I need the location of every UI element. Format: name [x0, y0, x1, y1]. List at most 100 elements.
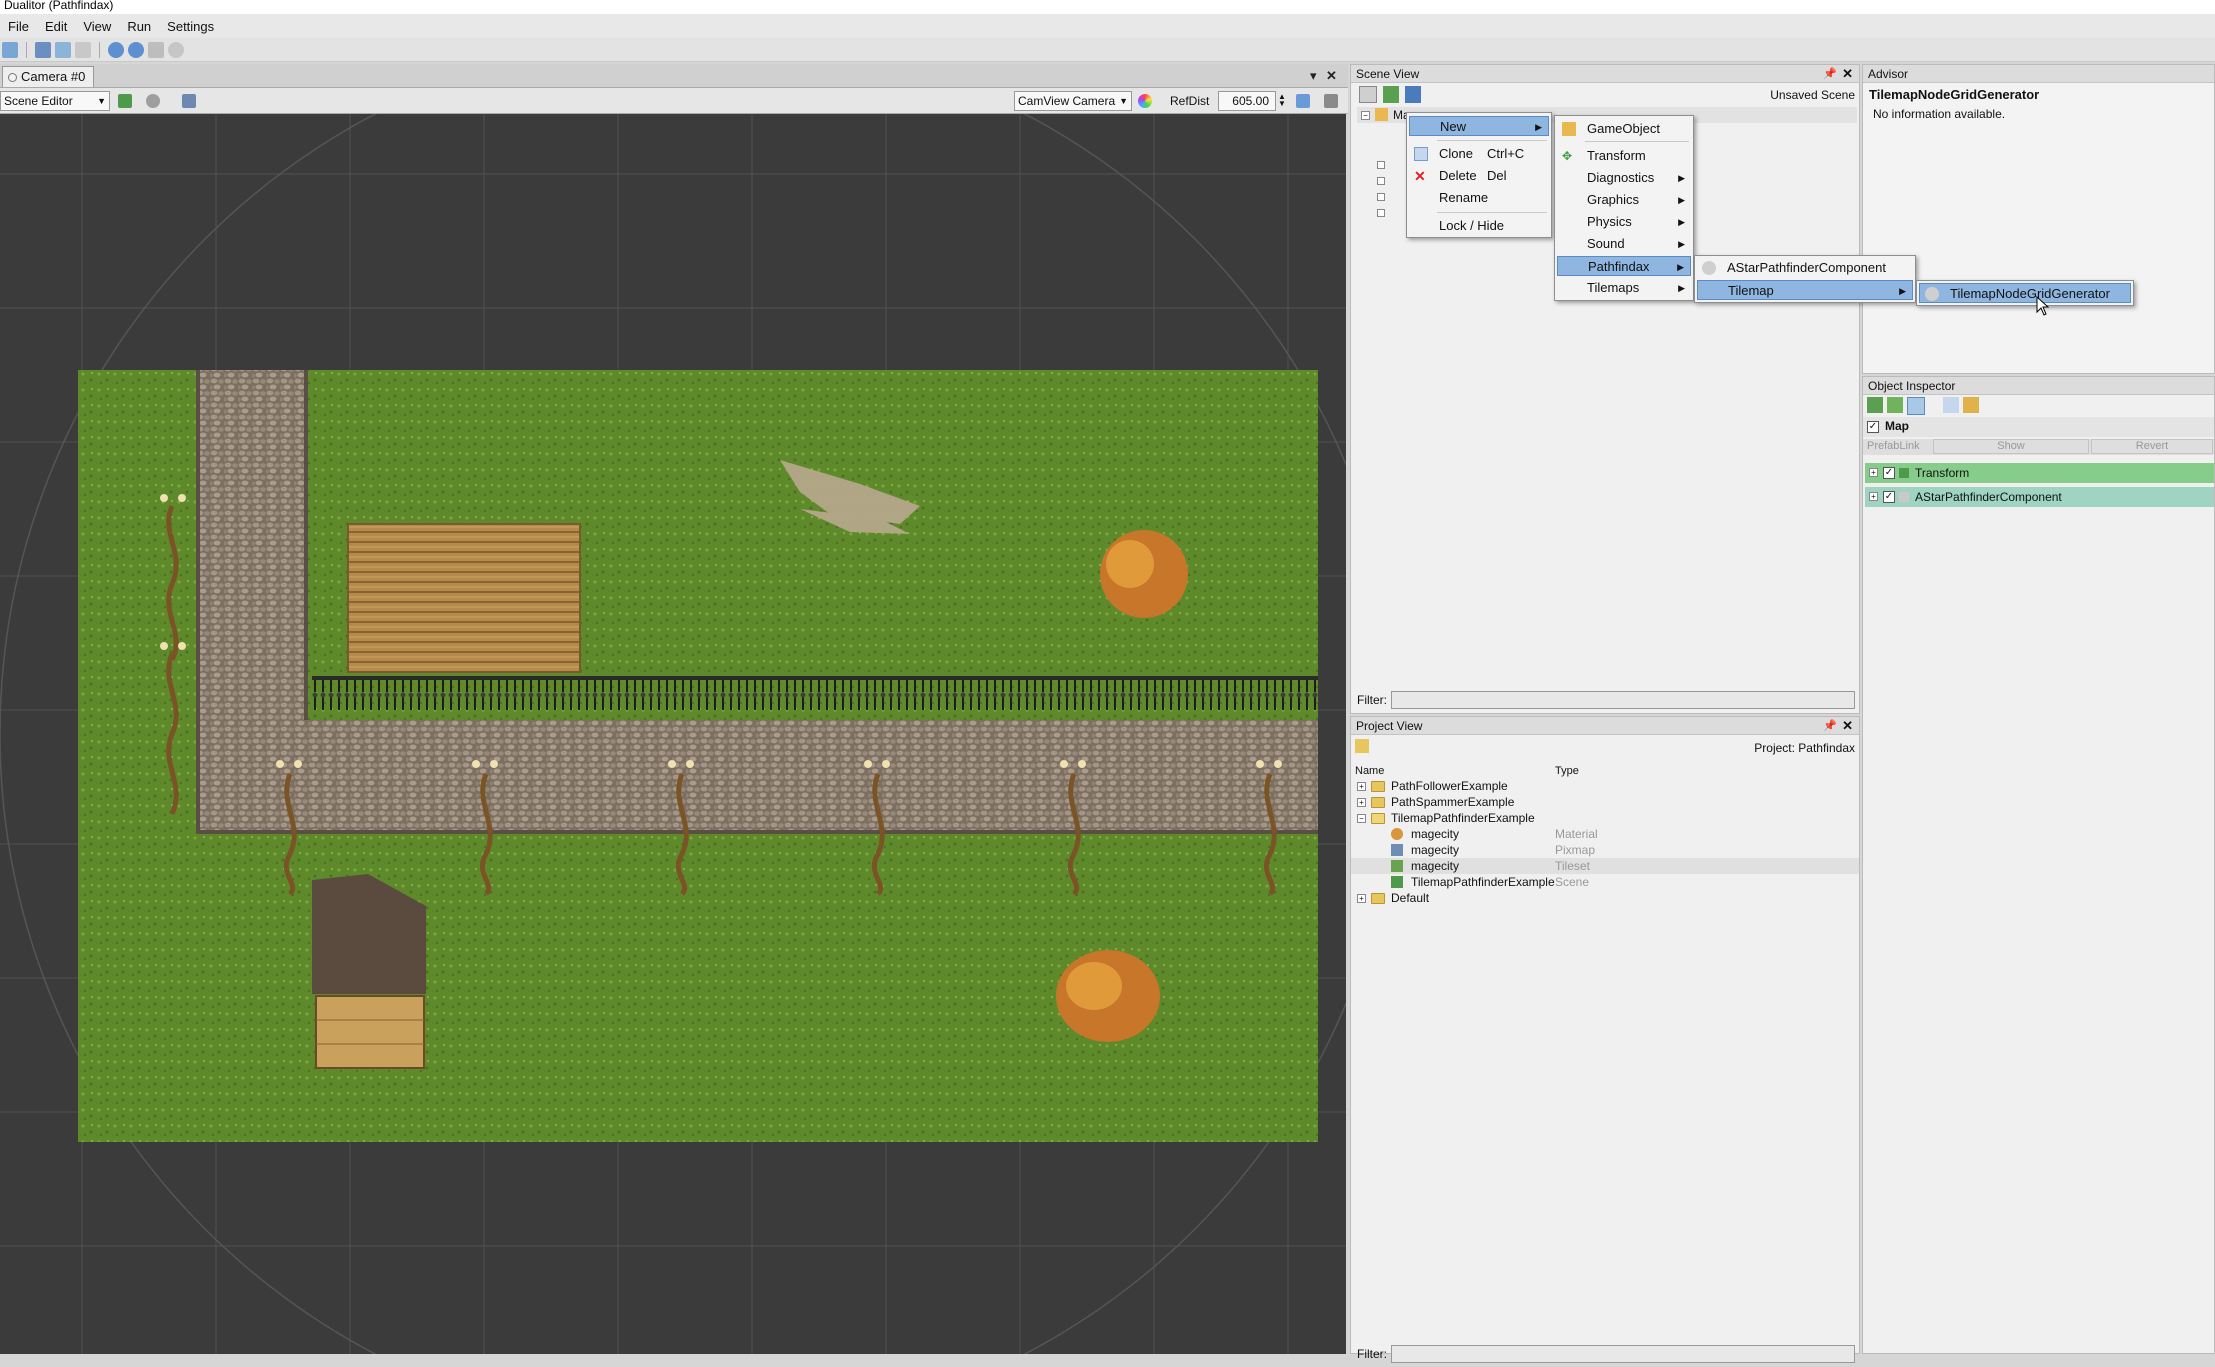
pin-icon[interactable]: 📌: [1823, 717, 1837, 735]
refdist-stepper[interactable]: ▲ ▼: [1278, 93, 1286, 108]
expander-icon[interactable]: +: [1869, 492, 1878, 501]
list-item[interactable]: TilemapPathfinderExample Scene: [1351, 874, 1859, 890]
gameobject-icon: [1562, 122, 1576, 136]
list-item[interactable]: + Default: [1351, 890, 1859, 906]
component-astar-pathfinder[interactable]: + ✓ AStarPathfinderComponent: [1865, 487, 2214, 507]
item-name: Default: [1391, 891, 1430, 905]
camera-mode-icon[interactable]: [1296, 94, 1310, 108]
close-icon[interactable]: ✕: [1842, 717, 1853, 735]
list-item[interactable]: magecity Pixmap: [1351, 842, 1859, 858]
scene-filter-input[interactable]: [1391, 691, 1855, 709]
menu-item-tilemap-node-grid-generator[interactable]: TilemapNodeGridGenerator: [1919, 283, 2131, 303]
create-object-icon[interactable]: [1359, 86, 1377, 103]
snap-icon[interactable]: [182, 94, 196, 108]
camera-toolbar: Scene Editor ▼ CamView Camera ▼ RefDist 60…: [0, 88, 1348, 114]
menu-item-graphics[interactable]: Graphics ▶: [1557, 190, 1691, 210]
column-header-type[interactable]: Type: [1555, 765, 1579, 777]
component-transform[interactable]: + ✓ Transform: [1865, 463, 2214, 483]
menu-item-label: TilemapNodeGridGenerator: [1950, 286, 2110, 301]
menu-edit[interactable]: Edit: [37, 19, 75, 34]
layer-icon[interactable]: [118, 94, 132, 108]
close-icon[interactable]: ✕: [1842, 65, 1853, 83]
open-icon[interactable]: [35, 41, 51, 58]
item-type: Scene: [1555, 875, 1590, 889]
camera-select-value: CamView Camera: [1018, 94, 1116, 108]
menu-item-gameobject[interactable]: GameObject: [1557, 119, 1691, 139]
menu-item-tilemaps[interactable]: Tilemaps ▶: [1557, 278, 1691, 298]
panel-dropdown-icon[interactable]: ▾: [1310, 68, 1317, 84]
menu-file[interactable]: File: [0, 19, 37, 34]
open-scene-icon[interactable]: [1383, 86, 1399, 103]
color-wheel-icon[interactable]: [1138, 94, 1152, 108]
expander-icon[interactable]: +: [1869, 468, 1878, 477]
menu-run[interactable]: Run: [119, 19, 159, 34]
menu-item-sound[interactable]: Sound ▶: [1557, 234, 1691, 254]
prefab-revert-button[interactable]: Revert: [2091, 439, 2213, 454]
menu-item-rename[interactable]: Rename: [1409, 188, 1549, 208]
tab-camera[interactable]: Camera #0: [2, 66, 95, 87]
refdist-input[interactable]: 605.00: [1218, 91, 1276, 111]
column-header-name[interactable]: Name: [1355, 765, 1384, 777]
prefab-link-button[interactable]: PrefabLink: [1867, 440, 1920, 452]
menu-item-diagnostics[interactable]: Diagnostics ▶: [1557, 168, 1691, 188]
menu-item-pathfindax[interactable]: Pathfindax ▶: [1557, 256, 1691, 276]
chevron-down-icon: ▼: [97, 96, 106, 106]
sort-icon[interactable]: [1907, 397, 1925, 415]
menu-item-lock-hide[interactable]: Lock / Hide: [1409, 216, 1549, 236]
project-filter-input[interactable]: [1391, 1345, 1855, 1363]
close-icon[interactable]: ✕: [1326, 68, 1337, 84]
context-menu: New ▶ Clone Ctrl+C ✕ Delete Del Rename Lock…: [1406, 112, 1552, 238]
refdist-label: RefDist: [1170, 94, 1210, 108]
menu-divider: [1437, 140, 1547, 141]
expander-icon[interactable]: +: [1357, 798, 1366, 807]
menu-view[interactable]: View: [75, 19, 119, 34]
menu-item-transform[interactable]: ✥ Transform: [1557, 146, 1691, 166]
run-game-icon[interactable]: [108, 41, 124, 58]
menu-item-tilemap[interactable]: Tilemap ▶: [1697, 280, 1913, 300]
menu-item-label: Sound: [1587, 236, 1625, 251]
new-folder-icon[interactable]: [1355, 739, 1369, 753]
component-enabled-checkbox[interactable]: ✓: [1883, 467, 1895, 479]
pin-icon[interactable]: 📌: [1823, 65, 1837, 83]
scene-viewport[interactable]: [0, 114, 1346, 1354]
item-type: Pixmap: [1555, 843, 1596, 857]
list-item[interactable]: magecity Tileset: [1351, 858, 1859, 874]
expander-icon[interactable]: −: [1357, 814, 1366, 823]
menu-item-clone[interactable]: Clone Ctrl+C: [1409, 144, 1549, 164]
menu-item-astar-pathfinder[interactable]: AStarPathfinderComponent: [1697, 258, 1913, 278]
camera-select[interactable]: CamView Camera ▼: [1014, 91, 1132, 111]
menu-item-new[interactable]: New ▶: [1409, 116, 1549, 136]
list-item[interactable]: − TilemapPathfinderExample: [1351, 810, 1859, 826]
visibility-icon[interactable]: [146, 94, 160, 108]
prefab-show-button[interactable]: Show: [1933, 439, 2089, 454]
stop-icon[interactable]: [168, 41, 184, 58]
lock-view-icon[interactable]: [1324, 94, 1338, 108]
component-enabled-checkbox[interactable]: ✓: [1883, 491, 1895, 503]
expander-icon[interactable]: [1377, 209, 1385, 217]
list-item[interactable]: + PathSpammerExample: [1351, 794, 1859, 810]
menu-settings[interactable]: Settings: [159, 19, 222, 34]
expander-icon[interactable]: −: [1361, 111, 1370, 120]
expander-icon[interactable]: [1377, 161, 1385, 169]
refresh-icon[interactable]: [1867, 397, 1883, 413]
expander-icon[interactable]: +: [1357, 782, 1366, 791]
save-scene-icon[interactable]: [1405, 86, 1421, 103]
pause-icon[interactable]: [148, 41, 164, 58]
expander-icon[interactable]: [1377, 177, 1385, 185]
camera-dot-icon: [8, 73, 17, 82]
settings-icon[interactable]: [1887, 397, 1903, 413]
new-project-icon[interactable]: [2, 41, 18, 58]
expander-icon[interactable]: [1377, 193, 1385, 201]
editor-mode-select[interactable]: Scene Editor ▼: [0, 91, 110, 111]
list-item[interactable]: + PathFollowerExample: [1351, 778, 1859, 794]
lock-icon[interactable]: [1963, 397, 1979, 413]
play-sandbox-icon[interactable]: [128, 41, 144, 58]
list-item[interactable]: magecity Material: [1351, 826, 1859, 842]
save-icon[interactable]: [75, 41, 91, 58]
save-all-icon[interactable]: [55, 41, 71, 58]
menu-item-physics[interactable]: Physics ▶: [1557, 212, 1691, 232]
menu-item-delete[interactable]: ✕ Delete Del: [1409, 166, 1549, 186]
expander-icon[interactable]: +: [1357, 894, 1366, 903]
copy-icon[interactable]: [1943, 397, 1959, 413]
object-active-checkbox[interactable]: ✓: [1867, 421, 1879, 433]
